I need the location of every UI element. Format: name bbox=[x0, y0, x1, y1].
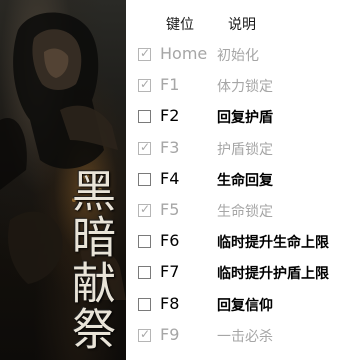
column-header-description: 说明 bbox=[228, 17, 256, 33]
hotkey-checkbox[interactable] bbox=[138, 235, 151, 249]
hotkey-row[interactable]: Home 初始化 bbox=[126, 41, 360, 72]
hotkey-checkbox[interactable] bbox=[138, 77, 151, 93]
hotkey-checkbox[interactable] bbox=[138, 266, 151, 280]
hotkey-key-label: F7 bbox=[160, 262, 180, 282]
hotkey-key-label: F9 bbox=[160, 324, 180, 344]
hotkey-row[interactable]: F6 临时提升生命上限 bbox=[126, 228, 360, 259]
hotkey-checkbox[interactable] bbox=[138, 172, 151, 186]
hotkey-description: 体力锁定 bbox=[217, 79, 273, 96]
hotkey-description: 生命锁定 bbox=[217, 204, 273, 220]
hotkey-row[interactable]: F7 临时提升护盾上限 bbox=[126, 259, 360, 290]
hotkey-row[interactable]: F8 回复信仰 bbox=[126, 291, 360, 322]
hotkey-panel: 键位 说明 Home 初始化 F1 体力锁定 F2 回复护盾 F3 护盾锁定 F4 生命回复 F5 生… bbox=[126, 0, 360, 360]
hotkey-description: 回复信仰 bbox=[217, 297, 273, 314]
hotkey-row[interactable]: F2 回复护盾 bbox=[126, 103, 360, 134]
hotkey-key-label: F4 bbox=[160, 168, 180, 188]
hotkey-description: 生命回复 bbox=[217, 172, 273, 189]
game-title-art: 黑暗献祭 bbox=[64, 168, 115, 352]
column-header-key: 键位 bbox=[166, 17, 194, 33]
hotkey-key-label: F6 bbox=[160, 231, 180, 251]
hotkey-key-label: F2 bbox=[160, 106, 180, 126]
hotkey-description: 临时提升护盾上限 bbox=[217, 266, 329, 283]
hotkey-row[interactable]: F9 一击必杀 bbox=[126, 322, 360, 353]
hotkey-key-label: F3 bbox=[160, 137, 180, 157]
hotkey-row[interactable]: F5 生命锁定 bbox=[126, 197, 360, 228]
hotkey-checkbox[interactable] bbox=[138, 202, 151, 217]
hotkey-description: 临时提升生命上限 bbox=[217, 235, 329, 252]
hotkey-checkbox[interactable] bbox=[138, 140, 151, 155]
hotkey-checkbox[interactable] bbox=[138, 110, 151, 124]
hotkey-description: 护盾锁定 bbox=[217, 141, 273, 158]
hotkey-row[interactable]: F4 生命回复 bbox=[126, 166, 360, 197]
hotkey-checkbox[interactable] bbox=[138, 327, 151, 342]
hotkey-description: 回复护盾 bbox=[217, 110, 273, 127]
hotkey-checkbox[interactable] bbox=[138, 46, 151, 61]
hotkey-description: 初始化 bbox=[217, 48, 259, 64]
hotkey-key-label: Home bbox=[160, 44, 208, 63]
hotkey-row[interactable]: F1 体力锁定 bbox=[126, 72, 360, 103]
hotkey-description: 一击必杀 bbox=[217, 328, 273, 345]
hotkey-key-label: F1 bbox=[160, 75, 180, 95]
hotkey-key-label: F8 bbox=[160, 293, 180, 313]
hotkey-checkbox[interactable] bbox=[138, 297, 151, 311]
hotkey-key-label: F5 bbox=[160, 200, 180, 219]
hotkey-row[interactable]: F3 护盾锁定 bbox=[126, 135, 360, 166]
game-cover-art: 黑暗献祭 bbox=[0, 0, 126, 360]
